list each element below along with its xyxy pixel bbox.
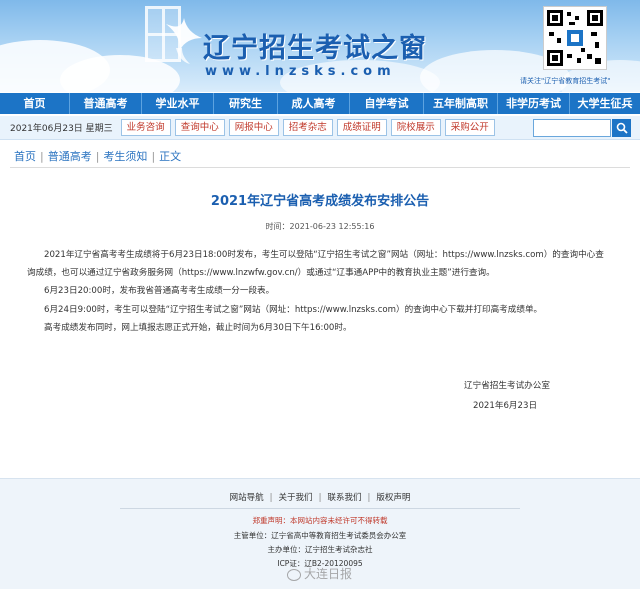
quick-link-colleges[interactable]: 院校展示 — [390, 119, 441, 136]
site-url: www.lnzsks.com — [205, 64, 396, 79]
quick-link-registration[interactable]: 网报中心 — [228, 119, 279, 136]
search-icon — [616, 122, 628, 134]
dove-logo-icon — [166, 18, 202, 64]
breadcrumb-separator: | — [40, 150, 44, 163]
footer-links: 网站导航 | 关于我们 | 联系我们 | 版权声明 — [0, 491, 640, 503]
divider — [10, 167, 630, 168]
current-date: 2021年06月23日 星期三 — [10, 124, 113, 134]
signature-date: 2021年6月23日 — [473, 401, 538, 411]
footer-link-copyright[interactable]: 版权声明 — [376, 493, 410, 503]
qr-code-icon — [543, 6, 607, 70]
breadcrumb-separator: | — [95, 150, 100, 163]
quick-link-procurement[interactable]: 采购公开 — [444, 119, 495, 136]
watermark-text: 大连日报 — [304, 567, 353, 581]
watermark: 大连日报 — [287, 565, 352, 582]
article-time: 时间：2021-06-23 12:55:16 — [265, 222, 375, 231]
footer-notice-text: 本网站内容未经许可不得转载 — [290, 516, 388, 525]
footer-separator: | — [367, 493, 371, 503]
article-paragraph-1-cont: 询成绩，也可以通过辽宁省政务服务网（https://www.lnzwfw.gov… — [27, 268, 495, 278]
article-paragraph-2: 6月23日20:00时，发布我省普通高考考生成绩一分一段表。 — [44, 286, 275, 296]
divider — [120, 508, 520, 509]
footer-separator: | — [269, 493, 273, 503]
nav-item-recruit[interactable]: 大学生征兵 — [570, 93, 640, 114]
footer-notice-label: 郑重声明： — [252, 516, 291, 525]
footer-link-about[interactable]: 关于我们 — [279, 493, 313, 503]
quick-link-query[interactable]: 查询中心 — [174, 119, 225, 136]
breadcrumb-home[interactable]: 首页 — [14, 150, 36, 163]
quick-link-consult[interactable]: 业务咨询 — [120, 119, 171, 136]
footer-link-sitemap[interactable]: 网站导航 — [230, 493, 264, 503]
nav-item-academic-level[interactable]: 学业水平 — [142, 93, 214, 114]
breadcrumb-notice[interactable]: 考生须知 — [103, 150, 147, 163]
footer-notice: 郑重声明：本网站内容未经许可不得转载 — [0, 515, 640, 526]
footer-host: 主办单位：辽宁招生考试杂志社 — [267, 545, 373, 554]
nav-item-adult[interactable]: 成人高考 — [278, 93, 350, 114]
search-input[interactable] — [533, 119, 611, 137]
article-paragraph-1: 2021年辽宁省高考考生成绩将于6月23日18:00时发布，考生可以登陆“辽宁招… — [44, 250, 604, 260]
quick-link-certificate[interactable]: 成绩证明 — [336, 119, 387, 136]
nav-item-home[interactable]: 首页 — [0, 93, 70, 114]
sub-bar: 2021年06月23日 星期三 业务咨询 查询中心 网报中心 招考杂志 成绩证明… — [0, 116, 640, 140]
nav-item-self-study[interactable]: 自学考试 — [350, 93, 424, 114]
nav-item-non-degree[interactable]: 非学历考试 — [498, 93, 570, 114]
breadcrumb-separator: | — [151, 150, 156, 163]
article-paragraph-4: 高考成绩发布同时，网上填报志愿正式开始，截止时间为6月30日下午16:00时。 — [44, 323, 352, 333]
footer-sponsor: 主管单位：辽宁省高中等教育招生考试委员会办公室 — [233, 531, 407, 540]
nav-item-five-year[interactable]: 五年制高职 — [424, 93, 498, 114]
nav-item-gaokao[interactable]: 普通高考 — [70, 93, 142, 114]
breadcrumb-current: 正文 — [159, 150, 182, 163]
site-title[interactable]: 辽宁招生考试之窗 — [203, 26, 427, 65]
article-paragraph-3: 6月24日9:00时，考生可以登陆“辽宁招生考试之窗”网站（网址：https:/… — [44, 305, 543, 315]
qr-caption: 请关注"辽宁省教育招生考试" — [520, 77, 611, 85]
quick-link-magazine[interactable]: 招考杂志 — [282, 119, 333, 136]
site-banner: 辽宁招生考试之窗 www.lnzsks.com 请关注"辽宁省教育招生考试" — [0, 0, 640, 92]
search-button[interactable] — [612, 119, 631, 137]
article-title: 2021年辽宁省高考成绩发布安排公告 — [210, 194, 430, 209]
footer-link-contact[interactable]: 联系我们 — [327, 493, 361, 503]
breadcrumb: 首页 | 普通高考 | 考生须知 | 正文 — [14, 148, 181, 164]
weibo-icon — [287, 568, 301, 581]
signature-organization: 辽宁省招生考试办公室 — [464, 381, 550, 391]
main-navigation: 首页 普通高考 学业水平 研究生 成人高考 自学考试 五年制高职 非学历考试 大… — [0, 93, 640, 114]
breadcrumb-gaokao[interactable]: 普通高考 — [48, 150, 92, 163]
footer-separator: | — [318, 493, 322, 503]
nav-item-graduate[interactable]: 研究生 — [214, 93, 278, 114]
